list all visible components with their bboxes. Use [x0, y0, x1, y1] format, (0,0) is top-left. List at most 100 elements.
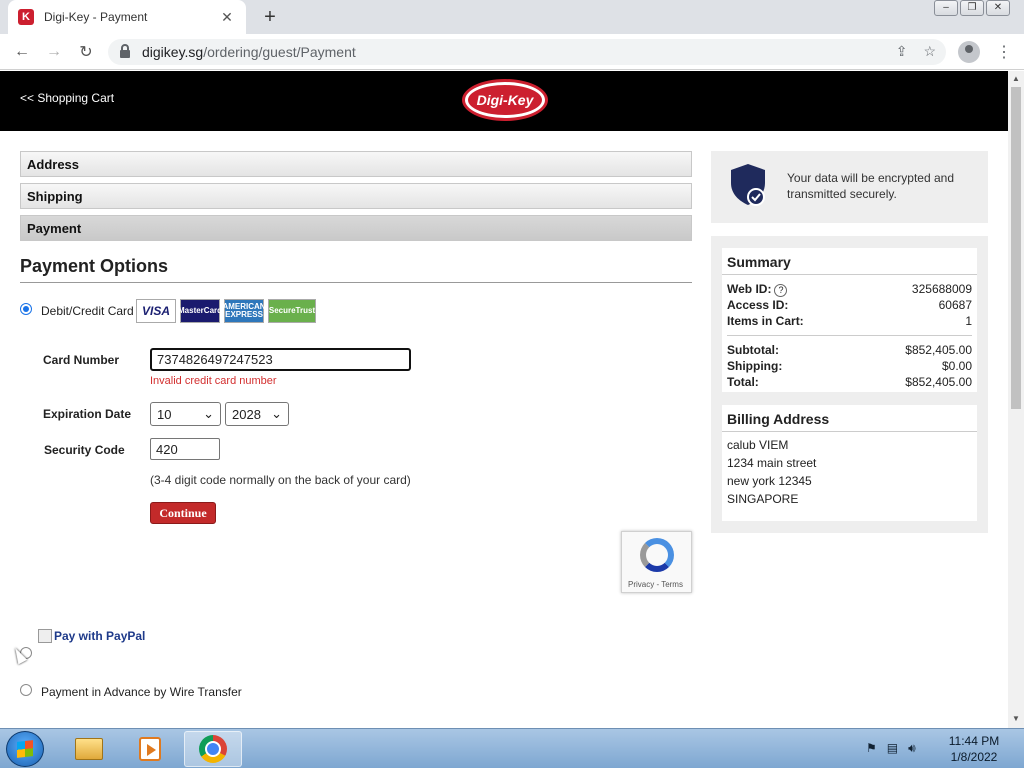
lock-icon[interactable] — [120, 44, 130, 58]
chrome-icon — [199, 735, 227, 763]
folder-icon — [75, 738, 103, 760]
scroll-up-icon[interactable]: ▲ — [1012, 74, 1020, 83]
share-icon[interactable]: ⇪ — [896, 43, 908, 60]
mastercard-logo-icon: MasterCard — [178, 299, 222, 323]
scrollbar-thumb[interactable] — [1011, 87, 1021, 409]
browser-menu-icon[interactable]: ⋮ — [996, 42, 1012, 62]
step-shipping[interactable]: Shipping — [20, 183, 692, 209]
expiration-date-label: Expiration Date — [43, 407, 132, 421]
windows-taskbar: ⚑ ▤ 🔊︎ 11:44 PM 1/8/2022 — [0, 728, 1024, 768]
back-to-cart-link[interactable]: << Shopping Cart — [20, 91, 114, 105]
accepted-cards: VISA MasterCard AMERICAN EXPRESS SecureT… — [136, 299, 316, 323]
visa-logo-icon: VISA — [136, 299, 176, 323]
browser-tab[interactable]: K Digi-Key - Payment ✕ — [8, 0, 246, 34]
help-icon[interactable]: ? — [774, 284, 788, 297]
security-code-hint: (3-4 digit code normally on the back of … — [150, 473, 411, 487]
card-number-label: Card Number — [43, 353, 120, 367]
restore-button[interactable]: ❐ — [960, 0, 984, 16]
card-payment-radio[interactable] — [20, 303, 32, 315]
secure-text: Your data will be encrypted and transmit… — [787, 171, 955, 201]
continue-button[interactable]: Continue — [150, 502, 216, 524]
billing-line: 1234 main street — [727, 456, 817, 470]
paypal-label: Pay with PayPal — [54, 629, 146, 643]
summary-divider — [727, 335, 972, 336]
billing-card: Billing Address calub VIEM 1234 main str… — [722, 405, 977, 521]
security-code-label: Security Code — [44, 443, 125, 457]
card-number-error: Invalid credit card number — [150, 375, 277, 387]
forward-arrow-icon[interactable]: → — [38, 43, 70, 61]
total-value: $852,405.00 — [905, 375, 972, 389]
wire-transfer-label[interactable]: Payment in Advance by Wire Transfer — [41, 685, 242, 699]
profile-avatar[interactable] — [958, 41, 980, 63]
browser-tab-strip: K Digi-Key - Payment ✕ + – ❐ ✕ — [0, 0, 1024, 34]
clock-date: 1/8/2022 — [950, 750, 998, 764]
exp-year-select[interactable]: 2028 ⌄ — [225, 402, 289, 426]
scroll-down-icon[interactable]: ▼ — [1012, 714, 1020, 723]
step-address[interactable]: Address — [20, 151, 692, 177]
items-value: 1 — [965, 314, 972, 328]
start-button[interactable] — [6, 731, 44, 767]
url-path: /ordering/guest/Payment — [203, 44, 356, 60]
system-tray: ⚑ ▤ 🔊︎ — [866, 741, 916, 756]
securetrust-badge-icon: SecureTrust — [268, 299, 316, 323]
taskbar-media-player[interactable] — [121, 731, 179, 767]
security-notice: Your data will be encrypted and transmit… — [711, 151, 988, 223]
total-row: Total: $852,405.00 — [722, 374, 977, 390]
digikey-favicon-icon: K — [18, 9, 34, 25]
browser-toolbar: ← → ↻ digikey.sg/ordering/guest/Payment … — [0, 34, 1024, 70]
recaptcha-icon — [640, 538, 674, 572]
total-label: Total: — [727, 375, 759, 389]
digikey-logo[interactable]: Digi-Key — [462, 79, 548, 121]
subtotal-row: Subtotal: $852,405.00 — [722, 342, 977, 358]
window-controls: – ❐ ✕ — [934, 0, 1010, 16]
recaptcha-privacy-terms[interactable]: Privacy - Terms — [628, 580, 683, 589]
action-center-flag-icon[interactable]: ⚑ — [866, 741, 877, 756]
subtotal-value: $852,405.00 — [905, 343, 972, 357]
address-bar[interactable]: digikey.sg/ordering/guest/Payment ⇪ ☆ — [108, 39, 946, 65]
subtotal-label: Subtotal: — [727, 343, 779, 357]
card-number-input[interactable] — [150, 348, 411, 371]
billing-line: calub VIEM — [727, 438, 789, 452]
reload-icon[interactable]: ↻ — [70, 42, 102, 62]
page-scrollbar[interactable]: ▲ ▼ — [1008, 71, 1024, 728]
access-id-row: Access ID: 60687 — [722, 297, 977, 313]
tab-title: Digi-Key - Payment — [44, 10, 148, 24]
recaptcha-badge[interactable]: Privacy - Terms — [621, 531, 692, 593]
back-arrow-icon[interactable]: ← — [6, 43, 38, 61]
card-payment-label[interactable]: Debit/Credit Card — [41, 304, 134, 318]
amex-logo-icon: AMERICAN EXPRESS — [222, 299, 266, 323]
broken-image-icon — [38, 629, 52, 643]
access-id-label: Access ID: — [727, 298, 789, 312]
step-payment[interactable]: Payment — [20, 215, 692, 241]
exp-month-select[interactable]: 10 ⌄ — [150, 402, 221, 426]
url-host: digikey.sg — [142, 44, 204, 60]
chevron-down-icon: ⌄ — [203, 406, 214, 421]
exp-year-value: 2028 — [232, 406, 261, 422]
clock-time: 11:44 PM — [948, 734, 1000, 748]
volume-icon[interactable]: 🔊︎ — [908, 741, 916, 756]
taskbar-chrome[interactable] — [184, 731, 242, 767]
site-header: << Shopping Cart Digi-Key — [0, 71, 1008, 131]
taskbar-clock[interactable]: 11:44 PM 1/8/2022 — [944, 733, 1004, 765]
paypal-option[interactable]: Pay with PayPal — [38, 629, 145, 643]
shipping-row: Shipping: $0.00 — [722, 358, 977, 374]
close-window-button[interactable]: ✕ — [986, 0, 1010, 16]
security-code-input[interactable] — [150, 438, 220, 460]
minimize-button[interactable]: – — [934, 0, 958, 16]
web-id-row: Web ID:? 325688009 — [722, 281, 977, 297]
new-tab-button[interactable]: + — [258, 5, 282, 29]
taskbar-explorer[interactable] — [60, 731, 118, 767]
wire-transfer-radio[interactable] — [20, 684, 32, 696]
billing-title: Billing Address — [722, 405, 977, 432]
shipping-label: Shipping: — [727, 359, 783, 373]
summary-card: Summary Web ID:? 325688009 Access ID: 60… — [722, 248, 977, 392]
logo-text: Digi-Key — [468, 85, 542, 115]
media-player-icon — [139, 737, 161, 761]
network-icon[interactable]: ▤ — [887, 741, 898, 756]
billing-line: SINGAPORE — [727, 492, 799, 506]
web-id-label: Web ID: — [727, 282, 772, 296]
chevron-down-icon: ⌄ — [271, 406, 282, 421]
payment-options-heading: Payment Options — [20, 256, 692, 283]
close-tab-icon[interactable]: ✕ — [218, 9, 236, 26]
bookmark-star-icon[interactable]: ☆ — [923, 43, 936, 60]
